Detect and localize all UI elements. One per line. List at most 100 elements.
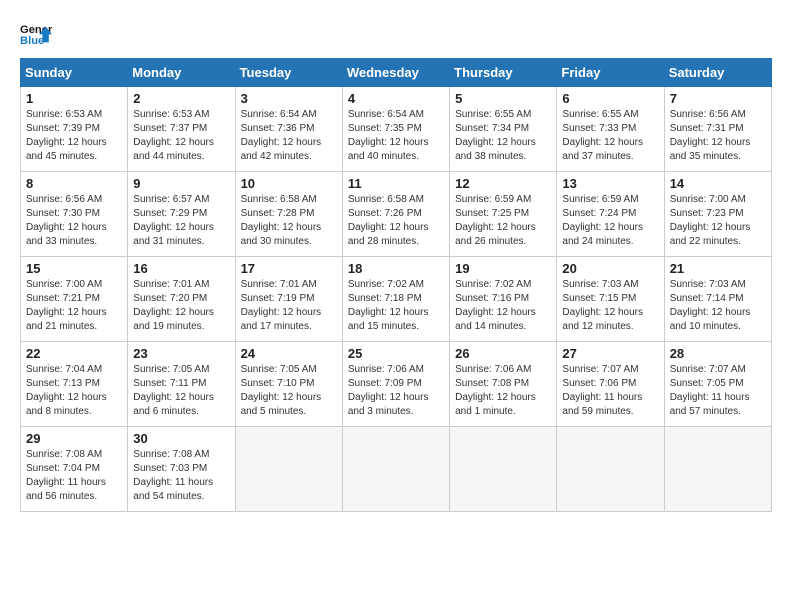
day-number: 14 bbox=[670, 176, 766, 191]
cell-info: Sunrise: 6:54 AMSunset: 7:35 PMDaylight:… bbox=[348, 108, 444, 164]
calendar-body: 1 Sunrise: 6:53 AMSunset: 7:39 PMDaylight… bbox=[21, 87, 772, 512]
day-number: 30 bbox=[133, 431, 229, 446]
cell-info: Sunrise: 6:53 AMSunset: 7:39 PMDaylight:… bbox=[26, 108, 122, 164]
calendar-table: SundayMondayTuesdayWednesdayThursdayFrid… bbox=[20, 58, 772, 512]
day-number: 13 bbox=[562, 176, 658, 191]
calendar-cell bbox=[664, 427, 771, 512]
day-number: 16 bbox=[133, 261, 229, 276]
day-number: 24 bbox=[241, 346, 337, 361]
day-number: 1 bbox=[26, 91, 122, 106]
cell-info: Sunrise: 7:08 AMSunset: 7:04 PMDaylight:… bbox=[26, 448, 122, 504]
day-number: 5 bbox=[455, 91, 551, 106]
cell-info: Sunrise: 7:06 AMSunset: 7:09 PMDaylight:… bbox=[348, 363, 444, 419]
calendar-cell: 2Sunrise: 6:53 AMSunset: 7:37 PMDaylight… bbox=[128, 87, 235, 172]
weekday-header-tuesday: Tuesday bbox=[235, 59, 342, 87]
calendar-cell: 18Sunrise: 7:02 AMSunset: 7:18 PMDayligh… bbox=[342, 257, 449, 342]
calendar-cell: 16 Sunrise: 7:01 AMSunset: 7:20 PMDayligh… bbox=[128, 257, 235, 342]
cell-info: Sunrise: 7:00 AMSunset: 7:23 PMDaylight:… bbox=[670, 193, 766, 249]
logo: General Blue bbox=[20, 20, 26, 48]
cell-info: Sunrise: 7:03 AMSunset: 7:14 PMDaylight:… bbox=[670, 278, 766, 334]
cell-info: Sunrise: 7:01 AMSunset: 7:20 PMDaylight:… bbox=[133, 278, 229, 334]
calendar-cell: 14 Sunrise: 7:00 AMSunset: 7:23 PMDayligh… bbox=[664, 172, 771, 257]
calendar-week-3: 15Sunrise: 7:00 AMSunset: 7:21 PMDayligh… bbox=[21, 257, 772, 342]
day-number: 2 bbox=[133, 91, 229, 106]
cell-info: Sunrise: 7:07 AMSunset: 7:06 PMDaylight:… bbox=[562, 363, 658, 419]
calendar-cell: 1 Sunrise: 6:53 AMSunset: 7:39 PMDaylight… bbox=[21, 87, 128, 172]
calendar-cell: 20 Sunrise: 7:03 AMSunset: 7:15 PMDayligh… bbox=[557, 257, 664, 342]
calendar-cell: 29 Sunrise: 7:08 AMSunset: 7:04 PMDayligh… bbox=[21, 427, 128, 512]
cell-info: Sunrise: 6:55 AMSunset: 7:34 PMDaylight:… bbox=[455, 108, 551, 164]
cell-info: Sunrise: 6:56 AMSunset: 7:31 PMDaylight:… bbox=[670, 108, 766, 164]
cell-info: Sunrise: 7:06 AMSunset: 7:08 PMDaylight:… bbox=[455, 363, 551, 419]
calendar-cell: 22 Sunrise: 7:04 AMSunset: 7:13 PMDayligh… bbox=[21, 342, 128, 427]
day-number: 15 bbox=[26, 261, 122, 276]
calendar-cell: 12 Sunrise: 6:59 AMSunset: 7:25 PMDayligh… bbox=[450, 172, 557, 257]
day-number: 8 bbox=[26, 176, 122, 191]
day-number: 10 bbox=[241, 176, 337, 191]
calendar-cell: 21 Sunrise: 7:03 AMSunset: 7:14 PMDayligh… bbox=[664, 257, 771, 342]
cell-info: Sunrise: 6:56 AMSunset: 7:30 PMDaylight:… bbox=[26, 193, 122, 249]
calendar-cell: 24 Sunrise: 7:05 AMSunset: 7:10 PMDayligh… bbox=[235, 342, 342, 427]
day-number: 29 bbox=[26, 431, 122, 446]
weekday-header-sunday: Sunday bbox=[21, 59, 128, 87]
calendar-cell: 30 Sunrise: 7:08 AMSunset: 7:03 PMDayligh… bbox=[128, 427, 235, 512]
calendar-cell bbox=[450, 427, 557, 512]
cell-info: Sunrise: 7:07 AMSunset: 7:05 PMDaylight:… bbox=[670, 363, 766, 419]
cell-info: Sunrise: 7:08 AMSunset: 7:03 PMDaylight:… bbox=[133, 448, 229, 504]
calendar-cell: 17 Sunrise: 7:01 AMSunset: 7:19 PMDayligh… bbox=[235, 257, 342, 342]
calendar-cell: 5 Sunrise: 6:55 AMSunset: 7:34 PMDaylight… bbox=[450, 87, 557, 172]
cell-info: Sunrise: 7:04 AMSunset: 7:13 PMDaylight:… bbox=[26, 363, 122, 419]
day-number: 12 bbox=[455, 176, 551, 191]
cell-info: Sunrise: 6:59 AMSunset: 7:25 PMDaylight:… bbox=[455, 193, 551, 249]
day-number: 27 bbox=[562, 346, 658, 361]
calendar-week-4: 22 Sunrise: 7:04 AMSunset: 7:13 PMDayligh… bbox=[21, 342, 772, 427]
calendar-week-5: 29 Sunrise: 7:08 AMSunset: 7:04 PMDayligh… bbox=[21, 427, 772, 512]
calendar-cell bbox=[235, 427, 342, 512]
weekday-header-saturday: Saturday bbox=[664, 59, 771, 87]
cell-info: Sunrise: 7:05 AMSunset: 7:11 PMDaylight:… bbox=[133, 363, 229, 419]
cell-info: Sunrise: 6:58 AMSunset: 7:26 PMDaylight:… bbox=[348, 193, 444, 249]
weekday-header-wednesday: Wednesday bbox=[342, 59, 449, 87]
cell-info: Sunrise: 6:59 AMSunset: 7:24 PMDaylight:… bbox=[562, 193, 658, 249]
day-number: 22 bbox=[26, 346, 122, 361]
calendar-cell: 27 Sunrise: 7:07 AMSunset: 7:06 PMDayligh… bbox=[557, 342, 664, 427]
calendar-cell: 19Sunrise: 7:02 AMSunset: 7:16 PMDayligh… bbox=[450, 257, 557, 342]
day-number: 3 bbox=[241, 91, 337, 106]
logo-icon: General Blue bbox=[20, 20, 52, 48]
day-number: 21 bbox=[670, 261, 766, 276]
day-number: 11 bbox=[348, 176, 444, 191]
calendar-cell: 6Sunrise: 6:55 AMSunset: 7:33 PMDaylight… bbox=[557, 87, 664, 172]
day-number: 19 bbox=[455, 261, 551, 276]
day-number: 26 bbox=[455, 346, 551, 361]
weekday-header-friday: Friday bbox=[557, 59, 664, 87]
calendar-cell: 25Sunrise: 7:06 AMSunset: 7:09 PMDayligh… bbox=[342, 342, 449, 427]
day-number: 18 bbox=[348, 261, 444, 276]
day-number: 7 bbox=[670, 91, 766, 106]
cell-info: Sunrise: 7:03 AMSunset: 7:15 PMDaylight:… bbox=[562, 278, 658, 334]
calendar-cell: 8 Sunrise: 6:56 AMSunset: 7:30 PMDaylight… bbox=[21, 172, 128, 257]
calendar-week-2: 8 Sunrise: 6:56 AMSunset: 7:30 PMDaylight… bbox=[21, 172, 772, 257]
day-number: 4 bbox=[348, 91, 444, 106]
day-number: 23 bbox=[133, 346, 229, 361]
calendar-cell bbox=[342, 427, 449, 512]
calendar-cell: 11 Sunrise: 6:58 AMSunset: 7:26 PMDayligh… bbox=[342, 172, 449, 257]
calendar-cell: 26 Sunrise: 7:06 AMSunset: 7:08 PMDayligh… bbox=[450, 342, 557, 427]
cell-info: Sunrise: 6:58 AMSunset: 7:28 PMDaylight:… bbox=[241, 193, 337, 249]
day-number: 17 bbox=[241, 261, 337, 276]
cell-info: Sunrise: 6:54 AMSunset: 7:36 PMDaylight:… bbox=[241, 108, 337, 164]
cell-info: Sunrise: 7:01 AMSunset: 7:19 PMDaylight:… bbox=[241, 278, 337, 334]
calendar-cell: 7 Sunrise: 6:56 AMSunset: 7:31 PMDaylight… bbox=[664, 87, 771, 172]
calendar-cell: 10 Sunrise: 6:58 AMSunset: 7:28 PMDayligh… bbox=[235, 172, 342, 257]
svg-text:Blue: Blue bbox=[20, 35, 44, 47]
day-number: 6 bbox=[562, 91, 658, 106]
calendar-cell: 13 Sunrise: 6:59 AMSunset: 7:24 PMDayligh… bbox=[557, 172, 664, 257]
calendar-cell: 9Sunrise: 6:57 AMSunset: 7:29 PMDaylight… bbox=[128, 172, 235, 257]
calendar-week-1: 1 Sunrise: 6:53 AMSunset: 7:39 PMDaylight… bbox=[21, 87, 772, 172]
calendar-cell: 3 Sunrise: 6:54 AMSunset: 7:36 PMDaylight… bbox=[235, 87, 342, 172]
calendar-cell bbox=[557, 427, 664, 512]
cell-info: Sunrise: 7:05 AMSunset: 7:10 PMDaylight:… bbox=[241, 363, 337, 419]
calendar-cell: 15Sunrise: 7:00 AMSunset: 7:21 PMDayligh… bbox=[21, 257, 128, 342]
calendar-cell: 23 Sunrise: 7:05 AMSunset: 7:11 PMDayligh… bbox=[128, 342, 235, 427]
calendar-cell: 4 Sunrise: 6:54 AMSunset: 7:35 PMDaylight… bbox=[342, 87, 449, 172]
day-number: 20 bbox=[562, 261, 658, 276]
